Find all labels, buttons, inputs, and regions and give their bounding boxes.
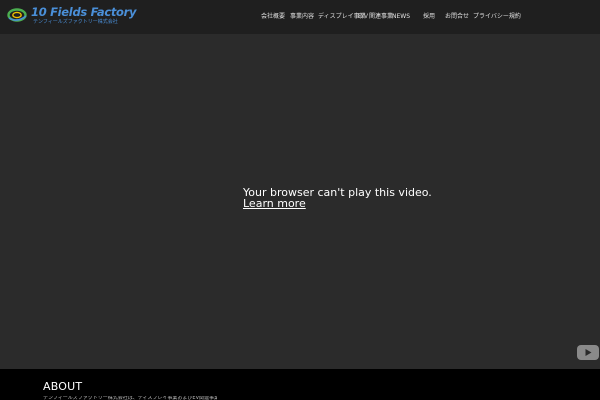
video-player[interactable]: Your browser can't play this video. Lear… (0, 34, 600, 369)
site-header: 10 Fields Factory テンフィールズファクトリー株式会社 会社概要… (0, 0, 600, 34)
logo-name: 10 Fields Factory (31, 5, 137, 19)
page: 10 Fields Factory テンフィールズファクトリー株式会社 会社概要… (0, 0, 600, 400)
nav-item-company[interactable]: 会社概要 (261, 11, 285, 23)
nav-item-business[interactable]: 事業内容 (290, 11, 314, 23)
ring-logo-icon (7, 8, 27, 22)
nav-item-contact[interactable]: お問合せ (445, 11, 469, 23)
about-title: ABOUT (43, 380, 83, 393)
nav-item-privacy[interactable]: プライバシー規約 (473, 11, 521, 23)
learn-more-link[interactable]: Learn more (243, 197, 306, 210)
logo-subtitle: テンフィールズファクトリー株式会社 (33, 19, 118, 25)
nav-item-ev[interactable]: ＥＶ関連事業 (357, 11, 393, 23)
nav-item-news[interactable]: NEWS (392, 11, 410, 23)
site-logo[interactable]: 10 Fields Factory テンフィールズファクトリー株式会社 (7, 5, 137, 28)
about-text: テンフィールズファクトリー株式会社は、ディスプレイ事業およびEV関連事業を展開し… (43, 396, 217, 400)
nav-item-recruit[interactable]: 採用 (423, 11, 435, 23)
youtube-play-icon[interactable] (577, 345, 599, 360)
about-section: ABOUT テンフィールズファクトリー株式会社は、ディスプレイ事業およびEV関連… (0, 369, 600, 400)
